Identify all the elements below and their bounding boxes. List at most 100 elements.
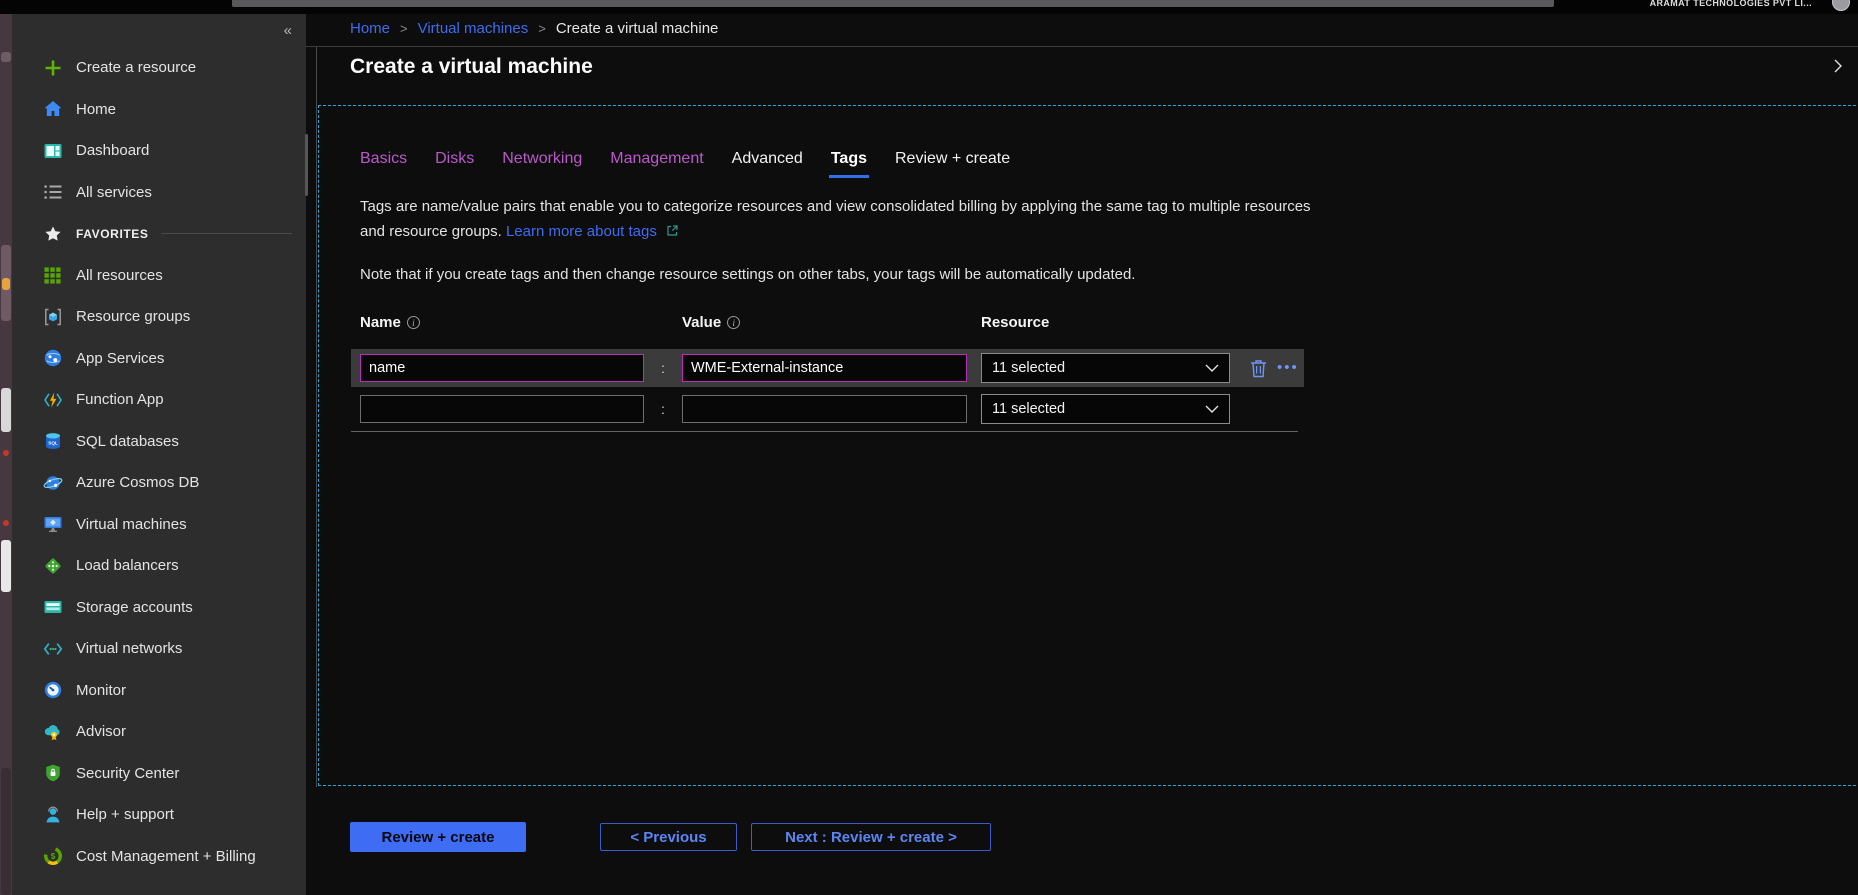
sidebar-item-load-balancers[interactable]: Load balancers [12,545,306,587]
sidebar-item-all-services[interactable]: All services [12,172,306,214]
list-icon [42,182,63,203]
review-create-button[interactable]: Review + create [350,822,526,852]
tab-review-create[interactable]: Review + create [895,150,1010,178]
edge-dot [3,520,9,526]
tags-panel: Basics Disks Networking Management Advan… [318,105,1858,786]
edge-dot [3,450,9,456]
globe-icon [42,348,63,369]
panel-expand-chevron-icon[interactable] [1830,58,1848,76]
edge-glyph [2,278,10,290]
tag-row: : 11 selected ••• [351,349,1304,387]
dashboard-icon [42,140,63,161]
sidebar-item-monitor[interactable]: Monitor [12,670,306,712]
sidebar-item-advisor[interactable]: Advisor [12,711,306,753]
breadcrumb: Home > Virtual machines > Create a virtu… [350,18,718,38]
gauge-icon [42,680,63,701]
tag-table-header: Namei Valuei Resource [351,311,1304,333]
next-button[interactable]: Next : Review + create > [751,823,991,851]
tab-basics[interactable]: Basics [360,150,407,178]
sidebar-item-azure-cosmos-db[interactable]: Azure Cosmos DB [12,462,306,504]
breadcrumb-virtual-machines[interactable]: Virtual machines [418,20,529,37]
info-icon[interactable]: i [407,316,420,329]
main-content: Home > Virtual machines > Create a virtu… [306,14,1858,895]
previous-button[interactable]: < Previous [600,823,737,851]
chevron-down-icon [1205,364,1219,373]
sidebar-item-function-app[interactable]: Function App [12,379,306,421]
edge-thumbnail [1,540,11,592]
header-divider [306,46,1858,47]
sidebar-item-dashboard[interactable]: Dashboard [12,130,306,172]
sidebar-item-app-services[interactable]: App Services [12,338,306,380]
column-header-name: Namei [360,314,644,331]
sidebar-item-cost-management-billing[interactable]: $ Cost Management + Billing [12,836,306,878]
top-search-bar[interactable] [232,0,1554,7]
tag-row: : 11 selected [351,392,1304,426]
person-headset-icon [42,804,63,825]
grid-icon [42,265,63,286]
sidebar-item-virtual-machines[interactable]: Virtual machines [12,504,306,546]
storage-icon [42,597,63,618]
top-bar: ARAMAT TECHNOLOGIES PVT LI... [0,0,1858,14]
sidebar-section-favorites: FAVORITES [12,213,306,255]
resource-dropdown[interactable]: 11 selected [981,353,1230,383]
breadcrumb-separator: > [400,21,408,36]
advisor-cloud-icon [42,721,63,742]
diamond-icon [42,555,63,576]
panel-left-border [316,47,317,787]
lightning-icon [42,389,63,410]
account-avatar[interactable] [1832,0,1850,11]
tags-description: Tags are name/value pairs that enable yo… [360,194,1330,245]
sidebar-item-help-support[interactable]: Help + support [12,794,306,836]
chevron-down-icon [1205,405,1219,414]
page-title: Create a virtual machine [350,55,593,79]
sidebar-item-all-resources[interactable]: All resources [12,255,306,297]
sidebar-item-sql-databases[interactable]: SQL SQL databases [12,421,306,463]
sidebar-item-storage-accounts[interactable]: Storage accounts [12,587,306,629]
cost-donut-icon: $ [42,846,63,867]
external-link-icon [666,220,679,245]
tenant-name: ARAMAT TECHNOLOGIES PVT LI... [1650,0,1812,8]
info-icon[interactable]: i [727,316,740,329]
tag-value-input[interactable] [682,354,967,382]
tab-networking[interactable]: Networking [502,150,582,178]
svg-text:$: $ [50,852,55,861]
breadcrumb-current: Create a virtual machine [556,20,719,37]
edge-footer [1,768,11,895]
row-more-options-button[interactable]: ••• [1277,363,1299,373]
monitor-icon [42,514,63,535]
tag-name-input[interactable] [360,354,644,382]
browser-edge-strip [0,0,12,895]
edge-thumbnail [1,388,11,432]
sidebar: « Create a resource Home Dashboard All s… [12,14,306,895]
angle-brackets-icon [42,638,63,659]
learn-more-link[interactable]: Learn more about tags [506,223,657,240]
tab-disks[interactable]: Disks [435,150,474,178]
tag-table: Namei Valuei Resource : 11 selected [351,311,1304,333]
table-bottom-border [351,431,1298,432]
sidebar-item-create-a-resource[interactable]: Create a resource [12,47,306,89]
tab-tags[interactable]: Tags [831,150,867,178]
svg-text:SQL: SQL [48,441,58,446]
sidebar-item-virtual-networks[interactable]: Virtual networks [12,628,306,670]
resource-dropdown[interactable]: 11 selected [981,394,1230,424]
delete-row-button[interactable] [1247,357,1269,379]
home-icon [42,99,63,120]
database-icon: SQL [42,431,63,452]
breadcrumb-home[interactable]: Home [350,20,390,37]
trash-icon [1250,359,1267,378]
sidebar-item-home[interactable]: Home [12,89,306,131]
planet-icon [42,472,63,493]
breadcrumb-separator: > [538,21,546,36]
edge-icon [1,52,11,62]
tab-advanced[interactable]: Advanced [732,150,803,178]
tag-name-input[interactable] [360,395,644,423]
tab-management[interactable]: Management [610,150,703,178]
tag-value-input[interactable] [682,395,967,423]
shield-lock-icon [42,763,63,784]
sidebar-item-security-center[interactable]: Security Center [12,753,306,795]
sidebar-collapse-icon[interactable]: « [284,22,292,39]
sidebar-item-resource-groups[interactable]: Resource groups [12,296,306,338]
column-header-value: Valuei [682,314,967,331]
cube-brackets-icon [42,306,63,327]
tags-note: Note that if you create tags and then ch… [360,266,1135,283]
